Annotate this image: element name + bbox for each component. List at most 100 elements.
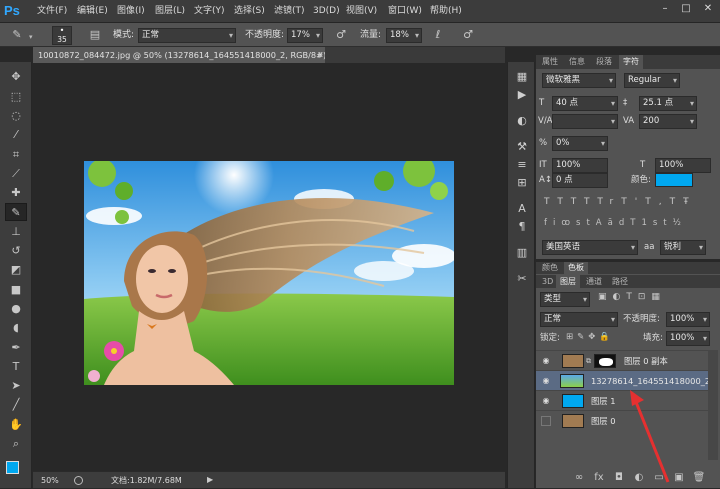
minimize-button[interactable]: – <box>655 0 675 18</box>
color-panel-icon[interactable]: ▥ <box>513 244 531 262</box>
layer-name[interactable]: 图层 0 副本 <box>624 351 668 371</box>
superscript-button[interactable]: T' <box>621 197 645 207</box>
tab-character[interactable]: 字符 <box>619 55 643 69</box>
antialias-select[interactable]: 锐利 <box>660 240 706 255</box>
history-panel-icon[interactable]: ▦ <box>513 68 531 86</box>
layer-row[interactable]: ◉ ⧉ 图层 0 副本 <box>536 350 708 370</box>
clone-stamp-tool-icon[interactable]: ⊥ <box>5 223 27 241</box>
new-group-icon[interactable]: ▭ <box>652 471 666 485</box>
fractions-button[interactable]: ½ <box>673 218 687 228</box>
tab-properties[interactable]: 属性 <box>538 55 562 69</box>
move-tool-icon[interactable]: ✥ <box>5 68 27 86</box>
horizontal-scale-input[interactable]: 100% <box>655 158 711 173</box>
close-window-button[interactable]: ✕ <box>698 0 718 18</box>
layer-row[interactable]: 图层 0 <box>536 410 708 430</box>
layer-name[interactable]: 图层 1 <box>591 391 616 411</box>
tracking-input[interactable]: 200 <box>639 114 697 129</box>
text-color-swatch[interactable] <box>655 173 693 187</box>
layer-opacity-input[interactable]: 100% <box>666 312 710 327</box>
strikethrough-button[interactable]: Ŧ <box>683 197 697 207</box>
brush-tool-icon[interactable]: ✎ <box>5 203 27 221</box>
pressure-size-icon[interactable]: ♂ <box>460 27 476 43</box>
visibility-eye-icon[interactable]: ◉ <box>540 355 552 367</box>
brush-size-picker[interactable]: • 35 <box>52 26 72 45</box>
font-size-input[interactable]: 40 点 <box>552 96 618 111</box>
history-brush-tool-icon[interactable]: ↺ <box>5 242 27 260</box>
visibility-eye-icon[interactable]: ◉ <box>540 395 552 407</box>
font-style-select[interactable]: Regular <box>624 73 680 88</box>
quick-select-tool-icon[interactable]: ⁄ <box>5 126 27 144</box>
menu-window[interactable]: 窗口(W) <box>388 0 422 23</box>
character-panel-icon[interactable]: A <box>513 200 531 218</box>
brush-panel-icon[interactable]: ▤ <box>87 27 103 43</box>
lasso-tool-icon[interactable]: ◌ <box>5 107 27 125</box>
menu-3d[interactable]: 3D(D) <box>313 0 340 23</box>
dodge-tool-icon[interactable]: ◖ <box>5 319 27 337</box>
blur-tool-icon[interactable]: ● <box>5 300 27 318</box>
faux-italic-button[interactable]: T <box>557 197 570 207</box>
language-select[interactable]: 美国英语 <box>542 240 638 255</box>
menu-edit[interactable]: 编辑(E) <box>77 0 108 23</box>
maximize-button[interactable]: □ <box>676 0 696 18</box>
marquee-tool-icon[interactable]: ⬚ <box>5 88 27 106</box>
baseline-shift-input[interactable]: 0 点 <box>552 173 608 188</box>
layer-style-fx-button[interactable]: fx <box>592 471 606 485</box>
layer-name[interactable]: 13278614_164551418000_2 <box>591 371 710 391</box>
menu-filter[interactable]: 滤镜(T) <box>274 0 305 23</box>
status-info-icon[interactable] <box>74 476 83 485</box>
small-caps-button[interactable]: Tr <box>597 197 621 207</box>
airbrush-icon[interactable]: ℓ <box>430 27 446 43</box>
actions-panel-icon[interactable]: ▶ <box>513 86 531 104</box>
hand-tool-icon[interactable]: ✋ <box>5 416 27 434</box>
layer-filter-select[interactable]: 类型 <box>540 292 590 307</box>
kerning-input[interactable] <box>552 114 618 129</box>
lock-buttons[interactable]: ⊞✎✥🔒 <box>566 332 626 344</box>
menu-help[interactable]: 帮助(H) <box>430 0 462 23</box>
menu-select[interactable]: 选择(S) <box>234 0 265 23</box>
pressure-opacity-icon[interactable]: ♂ <box>333 27 349 43</box>
tab-swatches[interactable]: 色板 <box>564 262 588 274</box>
tab-color[interactable]: 颜色 <box>538 262 562 274</box>
layer-row-selected[interactable]: ◉ 13278614_164551418000_2 <box>536 370 710 391</box>
adjustments-panel-icon[interactable]: ◐ <box>513 112 531 130</box>
new-layer-icon[interactable]: ▣ <box>672 471 686 485</box>
tab-3d[interactable]: 3D <box>538 275 557 288</box>
mode-select[interactable]: 正常 <box>138 28 236 43</box>
tsume-input[interactable]: 0% <box>552 136 608 151</box>
stylistic-alternates-button[interactable]: A <box>596 218 608 228</box>
layer-row[interactable]: ◉ 图层 1 <box>536 390 708 410</box>
layer-name[interactable]: 图层 0 <box>591 411 616 431</box>
layer-filter-icons[interactable]: ▣◐T⊡▦ <box>598 292 710 306</box>
swash-button[interactable]: st <box>576 218 596 228</box>
foreground-color-swatch[interactable] <box>6 461 19 474</box>
document-close-icon[interactable]: × <box>317 47 325 63</box>
zoom-level[interactable]: 50% <box>41 472 59 489</box>
adjustment-layer-icon[interactable]: ◐ <box>632 471 646 485</box>
menu-layer[interactable]: 图层(L) <box>155 0 185 23</box>
tab-paths[interactable]: 路径 <box>608 275 632 288</box>
fill-input[interactable]: 100% <box>666 331 710 346</box>
tab-channels[interactable]: 通道 <box>582 275 606 288</box>
menu-image[interactable]: 图像(I) <box>117 0 145 23</box>
opacity-input[interactable]: 17% <box>287 28 323 43</box>
layers-scrollbar[interactable] <box>708 350 718 460</box>
preset-dropdown-arrow-icon[interactable]: ▾ <box>29 33 33 41</box>
underline-button[interactable]: T <box>670 197 684 207</box>
clone-source-icon[interactable]: ⊞ <box>513 174 531 192</box>
status-menu-arrow-icon[interactable]: ▶ <box>207 475 213 484</box>
brush-presets-icon[interactable]: ⚒ <box>513 138 531 156</box>
faux-bold-button[interactable]: T <box>544 197 557 207</box>
blend-mode-select[interactable]: 正常 <box>540 312 618 327</box>
visibility-eye-icon[interactable]: ◉ <box>540 375 552 387</box>
eyedropper-tool-icon[interactable]: ⟋ <box>5 165 27 183</box>
document-canvas[interactable] <box>84 161 454 385</box>
delete-layer-icon[interactable]: 🗑 <box>692 471 706 485</box>
gradient-tool-icon[interactable]: ■ <box>5 281 27 299</box>
tab-layers[interactable]: 图层 <box>556 275 580 288</box>
mask-link-icon[interactable]: ⧉ <box>586 357 591 366</box>
all-caps-button[interactable]: TT <box>571 197 598 207</box>
canvas-area[interactable] <box>33 63 505 471</box>
menu-file[interactable]: 文件(F) <box>37 0 67 23</box>
healing-brush-tool-icon[interactable]: ✚ <box>5 184 27 202</box>
ordinal-suffix-button[interactable]: 1st <box>641 218 672 228</box>
